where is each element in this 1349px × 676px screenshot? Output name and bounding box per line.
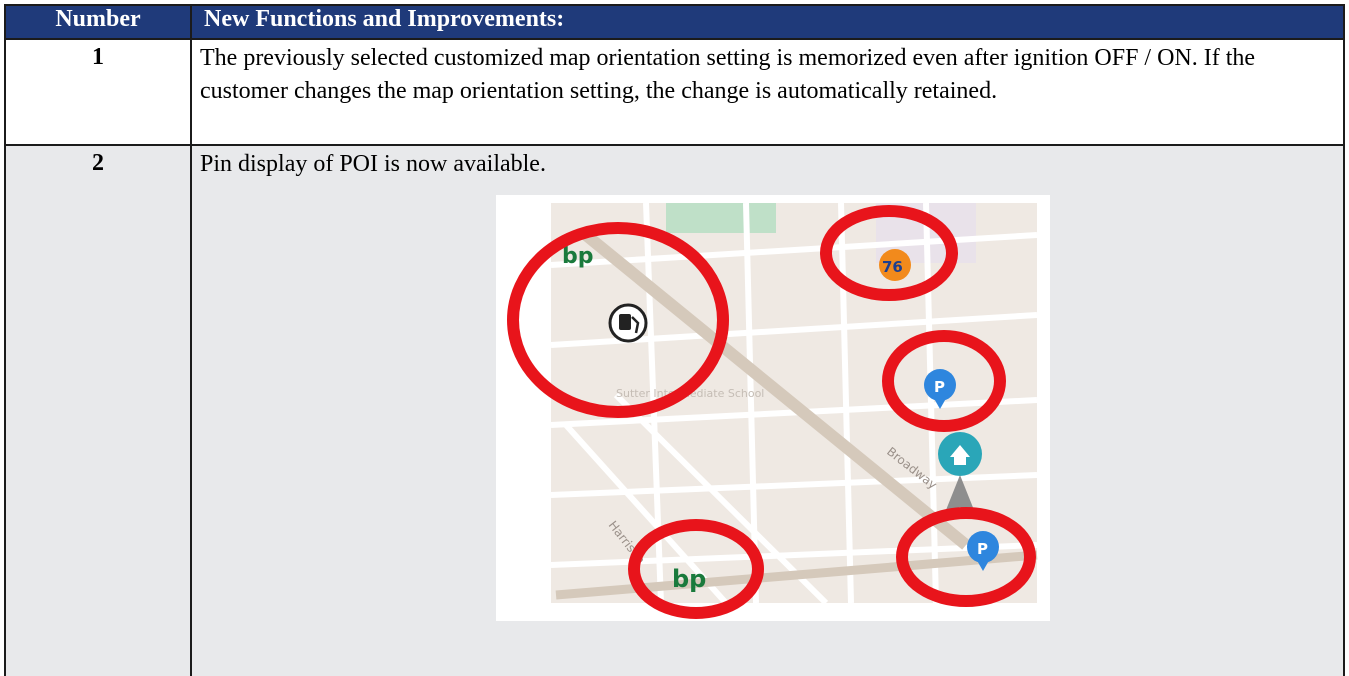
- header-number: Number: [4, 4, 192, 40]
- bp-logo-bottom: bp: [672, 565, 706, 593]
- parking-label: P: [977, 540, 988, 558]
- station-76-label: 76: [882, 258, 903, 276]
- table-row: 1 The previously selected customized map…: [4, 38, 1345, 146]
- map-image: Sutter Intermediate School Broadway Harr…: [507, 202, 1038, 619]
- station-76-icon: 76: [879, 249, 911, 281]
- table-header-row: Number New Functions and Improvements:: [4, 4, 1345, 40]
- parking-label: P: [934, 378, 945, 396]
- release-notes-table: Number New Functions and Improvements: 1…: [4, 4, 1345, 676]
- park-area: [666, 203, 776, 233]
- poi-map-screenshot: Sutter Intermediate School Broadway Harr…: [496, 195, 1050, 621]
- row-description: The previously selected customized map o…: [190, 38, 1345, 146]
- row-description-cell: Pin display of POI is now available. Sut…: [190, 144, 1345, 676]
- row-number: 1: [4, 38, 192, 146]
- row-number: 2: [4, 144, 192, 676]
- row-description: Pin display of POI is now available.: [200, 151, 546, 177]
- header-description: New Functions and Improvements:: [190, 4, 1345, 40]
- table-row: 2 Pin display of POI is now available. S…: [4, 144, 1345, 676]
- fuel-pin-icon: [608, 303, 648, 343]
- bp-logo-top: bp: [562, 244, 594, 269]
